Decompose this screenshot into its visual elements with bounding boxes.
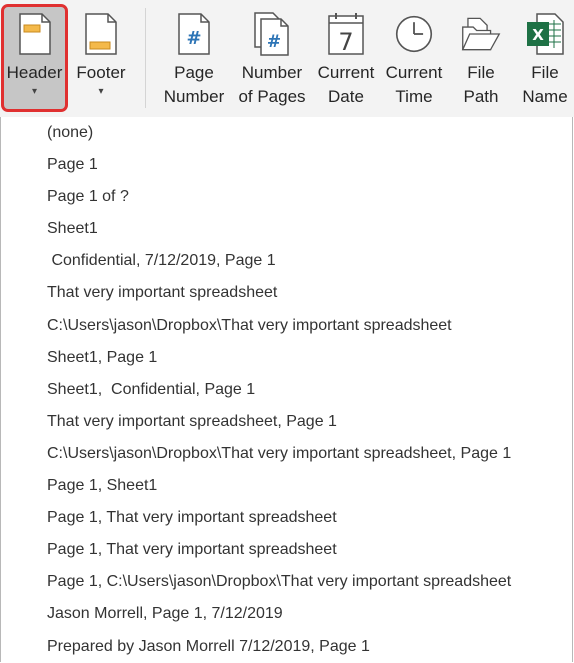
header-option[interactable]: Prepared by Jason Morrell 7/12/2019, Pag… bbox=[1, 631, 572, 663]
current-time-button[interactable]: Current Time bbox=[382, 4, 446, 112]
header-option[interactable]: Page 1, That very important spreadsheet bbox=[1, 502, 572, 534]
chevron-down-icon: ▾ bbox=[31, 86, 38, 97]
ribbon: Header ▾ Footer ▾ # Page Number # Number… bbox=[0, 0, 574, 117]
svg-text:#: # bbox=[186, 28, 201, 49]
header-option[interactable]: Sheet1, Confidential, Page 1 bbox=[1, 374, 572, 406]
current-time-label: Current Time bbox=[385, 63, 443, 106]
header-option[interactable]: Jason Morrell, Page 1, 7/12/2019 bbox=[1, 598, 572, 630]
ribbon-separator bbox=[145, 8, 146, 108]
header-option[interactable]: C:\Users\jason\Dropbox\That very importa… bbox=[1, 310, 572, 342]
svg-text:7: 7 bbox=[338, 28, 353, 56]
page-number-icon: # bbox=[174, 10, 214, 58]
chevron-down-icon: ▾ bbox=[98, 86, 104, 97]
clock-icon bbox=[394, 10, 434, 58]
current-date-button[interactable]: 7 Current Date bbox=[314, 4, 378, 112]
header-option[interactable]: C:\Users\jason\Dropbox\That very importa… bbox=[1, 438, 572, 470]
footer-button[interactable]: Footer ▾ bbox=[68, 4, 134, 112]
svg-text:#: # bbox=[267, 32, 281, 52]
current-date-label: Current Date bbox=[317, 63, 375, 106]
page-number-label: Page Number bbox=[163, 63, 225, 106]
header-option[interactable]: Page 1, C:\Users\jason\Dropbox\That very… bbox=[1, 566, 572, 598]
svg-text:X: X bbox=[532, 26, 544, 44]
header-option[interactable]: Sheet1, Page 1 bbox=[1, 342, 572, 374]
file-name-label: File Name bbox=[522, 63, 568, 106]
header-option[interactable]: Page 1 bbox=[1, 149, 572, 181]
header-option[interactable]: Page 1, That very important spreadsheet bbox=[1, 534, 572, 566]
header-label: Header bbox=[6, 63, 63, 82]
number-of-pages-icon: # bbox=[252, 10, 292, 58]
number-of-pages-button[interactable]: # Number of Pages bbox=[236, 4, 308, 112]
number-of-pages-label: Number of Pages bbox=[238, 63, 306, 106]
header-option[interactable]: Confidential, 7/12/2019, Page 1 bbox=[1, 245, 572, 277]
file-path-label: File Path bbox=[463, 63, 499, 106]
file-name-button[interactable]: X File Name bbox=[516, 4, 574, 112]
folder-icon bbox=[461, 10, 501, 58]
header-dropdown-menu: (none) Page 1 Page 1 of ? Sheet1 Confide… bbox=[0, 117, 573, 662]
calendar-icon: 7 bbox=[326, 10, 366, 58]
footer-page-icon bbox=[81, 10, 121, 58]
header-option[interactable]: That very important spreadsheet bbox=[1, 277, 572, 309]
header-option[interactable]: Sheet1 bbox=[1, 213, 572, 245]
header-option[interactable]: Page 1, Sheet1 bbox=[1, 470, 572, 502]
header-option[interactable]: Page 1 of ? bbox=[1, 181, 572, 213]
footer-label: Footer bbox=[76, 63, 126, 82]
header-option[interactable]: That very important spreadsheet, Page 1 bbox=[1, 406, 572, 438]
excel-file-icon: X bbox=[525, 10, 565, 58]
header-page-icon bbox=[15, 10, 55, 58]
page-number-button[interactable]: # Page Number bbox=[160, 4, 228, 112]
header-button[interactable]: Header ▾ bbox=[1, 4, 68, 112]
header-option-none[interactable]: (none) bbox=[1, 117, 572, 149]
file-path-button[interactable]: File Path bbox=[452, 4, 510, 112]
